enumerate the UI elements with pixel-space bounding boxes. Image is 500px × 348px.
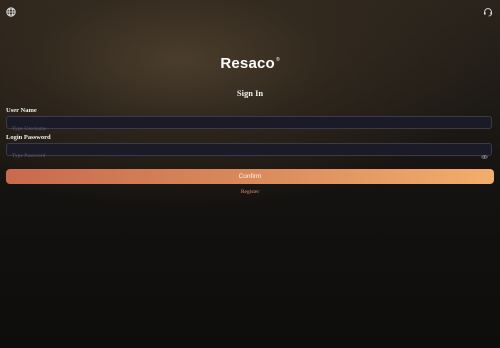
register-link[interactable]: Register [0, 189, 500, 195]
page-title: Sign In [236, 88, 264, 98]
eye-icon[interactable] [481, 147, 488, 159]
headset-icon[interactable] [482, 6, 494, 18]
brand-logo: Resaco ® [0, 56, 500, 72]
globe-icon[interactable] [5, 6, 17, 18]
password-label: Login Password [6, 134, 51, 141]
password-field-container [6, 143, 492, 162]
password-input[interactable] [7, 150, 491, 162]
registered-mark: ® [275, 57, 280, 63]
confirm-button[interactable]: Confirm [6, 169, 494, 184]
username-input[interactable] [7, 123, 491, 135]
logo-text: Resaco [220, 55, 275, 72]
username-field-container [6, 116, 492, 135]
username-label: User Name [6, 107, 37, 114]
